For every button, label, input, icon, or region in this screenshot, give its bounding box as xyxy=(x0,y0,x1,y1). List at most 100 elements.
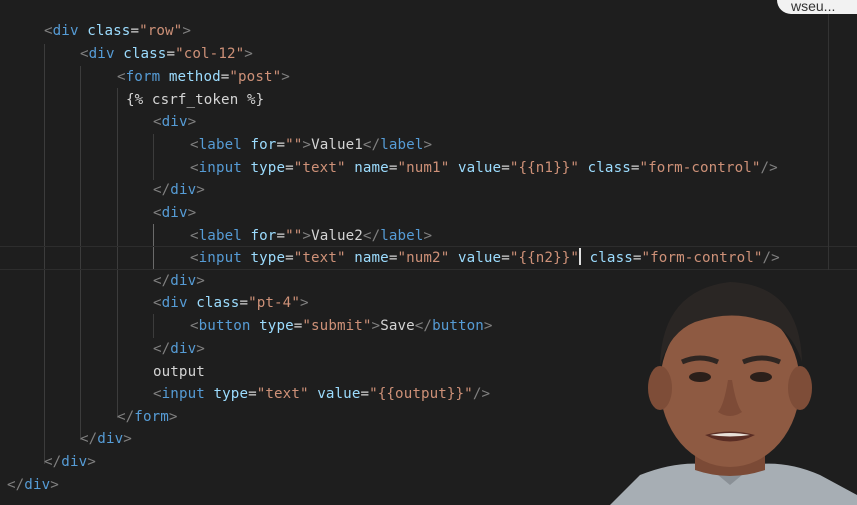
code-line-4[interactable]: {% csrf_token %} xyxy=(126,89,264,111)
token: "num2" xyxy=(397,250,450,266)
token: "pt-4" xyxy=(248,295,300,311)
token: "form-control" xyxy=(641,250,763,266)
token: "form-control" xyxy=(639,160,761,176)
token: class xyxy=(78,23,131,39)
token: = xyxy=(130,23,140,39)
token: > xyxy=(50,477,59,493)
code-line-1[interactable]: <div class="row"> xyxy=(44,20,191,42)
token: < xyxy=(117,69,126,85)
token: < xyxy=(190,250,199,266)
token: < xyxy=(190,228,199,244)
token: < xyxy=(153,205,162,221)
code-line-6[interactable]: <label for="">Value1</label> xyxy=(190,134,432,156)
token: </ xyxy=(362,137,381,153)
token: label xyxy=(198,228,242,244)
token: < xyxy=(153,386,162,402)
code-line-13[interactable]: <div class="pt-4"> xyxy=(153,292,309,314)
code-line-7[interactable]: <input type="text" name="num1" value="{{… xyxy=(190,157,778,179)
token: < xyxy=(190,318,199,334)
token: > xyxy=(196,273,205,289)
token: class xyxy=(114,46,167,62)
token: /> xyxy=(762,250,780,266)
token: > xyxy=(87,454,96,470)
token: < xyxy=(190,160,199,176)
token: div xyxy=(170,273,197,289)
token: "num1" xyxy=(397,160,450,176)
token: /> xyxy=(760,160,778,176)
corner-badge: wseu... xyxy=(777,0,857,14)
code-line-10[interactable]: <label for="">Value2</label> xyxy=(190,225,432,247)
token: form xyxy=(125,69,161,85)
token: button xyxy=(432,318,484,334)
code-line-11[interactable]: <input type="text" name="num2" value="{{… xyxy=(190,247,780,269)
code-line-15[interactable]: </div> xyxy=(153,338,205,360)
token: > xyxy=(196,341,205,357)
token: Value2 xyxy=(311,228,363,244)
token: </ xyxy=(117,409,135,425)
token: > xyxy=(302,228,312,244)
token: = xyxy=(632,250,642,266)
token: > xyxy=(483,318,493,334)
token: class xyxy=(187,295,240,311)
code-line-14[interactable]: <button type="submit">Save</button> xyxy=(190,315,493,337)
token: > xyxy=(423,137,433,153)
token: div xyxy=(161,295,188,311)
token: type xyxy=(204,386,249,402)
token: div xyxy=(61,454,88,470)
token: div xyxy=(97,431,124,447)
token: class xyxy=(579,160,631,176)
code-line-9[interactable]: <div> xyxy=(153,202,196,224)
code-line-16[interactable]: output xyxy=(153,361,205,383)
token: = xyxy=(276,137,286,153)
token: Save xyxy=(380,318,415,334)
code-line-21[interactable]: </div> xyxy=(7,474,59,496)
token: "col-12" xyxy=(175,46,245,62)
token: = xyxy=(276,228,286,244)
token: > xyxy=(244,46,253,62)
token: input xyxy=(198,250,242,266)
token: > xyxy=(168,409,178,425)
code-line-12[interactable]: </div> xyxy=(153,270,205,292)
indent-guide xyxy=(153,314,154,338)
code-line-20[interactable]: </div> xyxy=(44,451,96,473)
code-line-5[interactable]: <div> xyxy=(153,111,196,133)
token: > xyxy=(196,182,205,198)
token: </ xyxy=(44,454,62,470)
token: "{{output}}" xyxy=(369,386,473,402)
token: = xyxy=(501,160,510,176)
token: value xyxy=(308,386,361,402)
token: > xyxy=(187,205,197,221)
token: for xyxy=(241,137,277,153)
token: "text" xyxy=(293,160,346,176)
code-line-2[interactable]: <div class="col-12"> xyxy=(80,43,253,65)
token: < xyxy=(153,295,162,311)
token: </ xyxy=(414,318,433,334)
token: name xyxy=(345,160,389,176)
token: input xyxy=(161,386,205,402)
token: name xyxy=(345,250,389,266)
code-line-8[interactable]: </div> xyxy=(153,179,205,201)
token: label xyxy=(198,137,242,153)
token: "" xyxy=(285,137,303,153)
token: < xyxy=(44,23,53,39)
code-line-3[interactable]: <form method="post"> xyxy=(117,66,290,88)
code-line-17[interactable]: <input type="text" value="{{output}}"/> xyxy=(153,383,490,405)
token: label xyxy=(380,228,424,244)
token: value xyxy=(449,160,502,176)
token: type xyxy=(250,318,294,334)
code-line-18[interactable]: </form> xyxy=(117,406,178,428)
token: div xyxy=(161,114,188,130)
token: type xyxy=(241,250,286,266)
token: </ xyxy=(80,431,98,447)
presenter-webcam xyxy=(600,270,857,505)
token: "submit" xyxy=(302,318,372,334)
token: form xyxy=(134,409,169,425)
token: "text" xyxy=(293,250,346,266)
code-line-19[interactable]: </div> xyxy=(80,428,132,450)
token: button xyxy=(198,318,251,334)
token: method xyxy=(160,69,221,85)
token: "post" xyxy=(229,69,282,85)
token: Value1 xyxy=(311,137,363,153)
token: div xyxy=(170,182,197,198)
token: "row" xyxy=(139,23,183,39)
